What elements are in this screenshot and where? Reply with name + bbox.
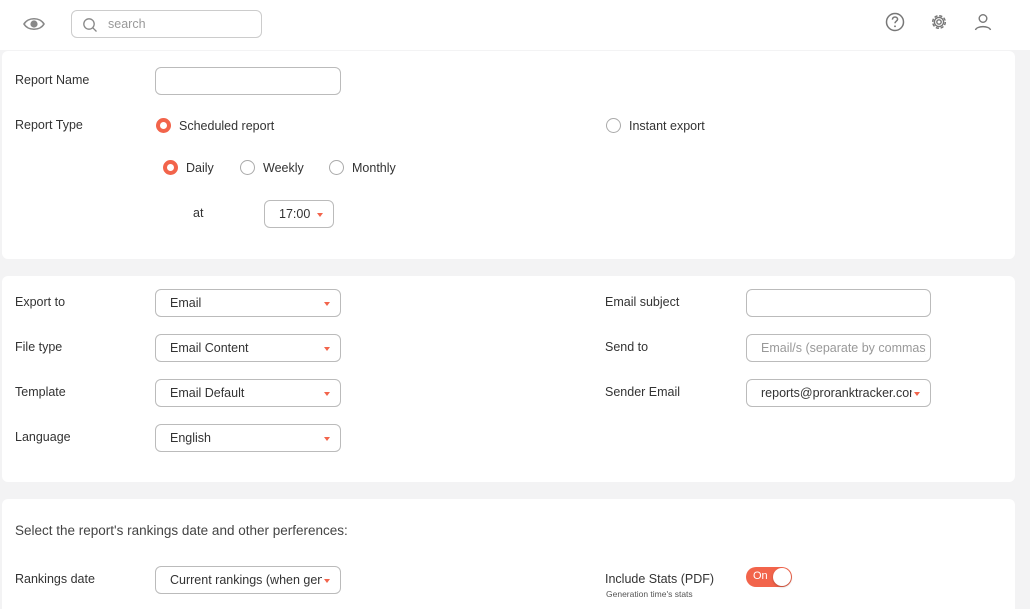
email-subject-label: Email subject xyxy=(605,295,680,309)
export-to-label: Export to xyxy=(15,295,66,309)
export-to-value: Email xyxy=(170,296,202,310)
scheduled-report-radio[interactable] xyxy=(156,118,171,133)
search-input[interactable] xyxy=(108,15,258,33)
daily-label: Daily xyxy=(186,161,214,175)
language-label: Language xyxy=(15,430,71,444)
toggle-knob xyxy=(773,568,791,586)
sender-email-select[interactable]: reports@proranktracker.com xyxy=(746,379,931,407)
report-name-input[interactable] xyxy=(155,67,341,95)
gear-icon[interactable] xyxy=(928,11,950,33)
chevron-down-icon xyxy=(914,392,920,396)
template-select[interactable]: Email Default xyxy=(155,379,341,407)
toggle-on-text: On xyxy=(753,570,768,582)
chevron-down-icon xyxy=(324,302,330,306)
report-name-label: Report Name xyxy=(15,73,90,87)
include-stats-note: Generation time's stats xyxy=(606,589,693,599)
instant-export-label: Instant export xyxy=(629,119,705,133)
report-type-label: Report Type xyxy=(15,118,83,132)
chevron-down-icon xyxy=(324,347,330,351)
chevron-down-icon xyxy=(324,437,330,441)
time-value: 17:00 xyxy=(279,207,311,221)
include-stats-label: Include Stats (PDF) xyxy=(605,572,715,586)
language-select[interactable]: English xyxy=(155,424,341,452)
chevron-down-icon xyxy=(317,213,323,217)
export-settings-card: Export to Email File type Email Content … xyxy=(2,276,1015,482)
rankings-date-select[interactable]: Current rankings (when generated) xyxy=(155,566,341,594)
file-type-select[interactable]: Email Content xyxy=(155,334,341,362)
chevron-down-icon xyxy=(324,392,330,396)
language-value: English xyxy=(170,431,211,445)
include-stats-toggle[interactable]: On xyxy=(746,567,792,587)
template-label: Template xyxy=(15,385,66,399)
scheduled-report-label: Scheduled report xyxy=(179,119,275,133)
eye-icon[interactable] xyxy=(22,14,46,34)
time-select[interactable]: 17:00 xyxy=(264,200,334,228)
preferences-card: Select the report's rankings date and ot… xyxy=(2,499,1015,609)
send-to-label: Send to xyxy=(605,340,649,354)
help-icon[interactable] xyxy=(884,11,906,33)
search-box[interactable] xyxy=(71,10,262,38)
preferences-heading: Select the report's rankings date and ot… xyxy=(15,523,348,538)
email-subject-input[interactable] xyxy=(746,289,931,317)
send-to-placeholder: Email/s (separate by commas) xyxy=(761,341,926,355)
file-type-value: Email Content xyxy=(170,341,249,355)
rankings-date-value: Current rankings (when generated) xyxy=(170,573,322,587)
file-type-label: File type xyxy=(15,340,63,354)
instant-export-radio[interactable] xyxy=(606,118,621,133)
template-value: Email Default xyxy=(170,386,245,400)
weekly-label: Weekly xyxy=(263,161,304,175)
rankings-date-label: Rankings date xyxy=(15,572,95,586)
sender-email-label: Sender Email xyxy=(605,385,681,399)
search-icon xyxy=(83,18,97,32)
export-to-select[interactable]: Email xyxy=(155,289,341,317)
top-bar xyxy=(0,0,1030,50)
sender-email-value: reports@proranktracker.com xyxy=(761,386,912,400)
send-to-input[interactable]: Email/s (separate by commas) xyxy=(746,334,931,362)
report-settings-card: Report Name Report Type Scheduled report… xyxy=(2,51,1015,259)
monthly-label: Monthly xyxy=(352,161,396,175)
weekly-radio[interactable] xyxy=(240,160,255,175)
chevron-down-icon xyxy=(324,579,330,583)
user-icon[interactable] xyxy=(972,11,994,33)
at-label: at xyxy=(193,206,204,220)
daily-radio[interactable] xyxy=(163,160,178,175)
monthly-radio[interactable] xyxy=(329,160,344,175)
